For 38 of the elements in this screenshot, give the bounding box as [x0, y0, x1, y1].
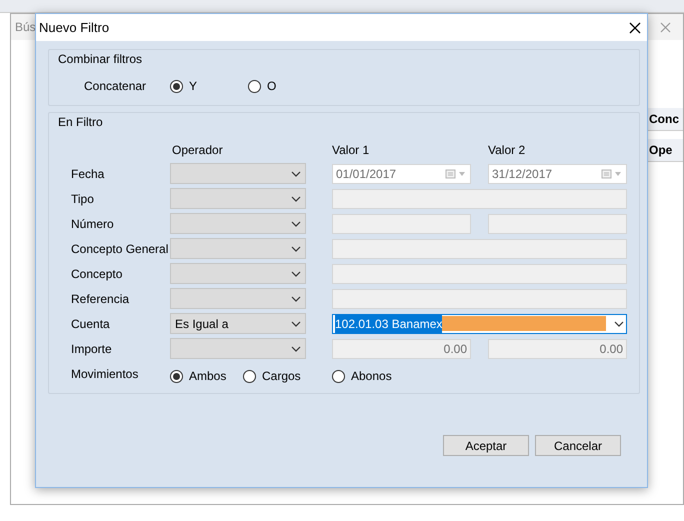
- cancel-button[interactable]: Cancelar: [535, 435, 621, 456]
- field-label: Movimientos: [71, 366, 140, 383]
- dialog-title: Nuevo Filtro: [39, 18, 110, 37]
- caret-icon: [291, 296, 301, 302]
- close-icon: [660, 22, 671, 32]
- radio-option[interactable]: Y: [170, 77, 248, 95]
- field-label: Cuenta: [71, 316, 111, 332]
- field-label: Importe: [71, 340, 113, 358]
- radio-option[interactable]: Cargos: [243, 367, 332, 385]
- field-label: Número: [71, 216, 115, 232]
- field-label: Tipo: [71, 190, 95, 208]
- caret-icon: [291, 320, 301, 326]
- field-label: Concatenar: [84, 78, 148, 95]
- caret-icon: [291, 220, 301, 226]
- field-label: Fecha: [71, 166, 106, 182]
- caret-icon: [291, 270, 301, 276]
- caret-icon: [614, 320, 624, 326]
- account-dropdown[interactable]: 102.01.03 Banamex: [332, 314, 627, 334]
- column-header: Valor 2: [488, 142, 526, 159]
- calendar-icon: [601, 168, 623, 178]
- calendar-icon: [445, 168, 467, 178]
- column-header: Conc: [647, 108, 683, 131]
- column-header: Ope: [647, 139, 683, 162]
- caret-icon: [291, 346, 301, 352]
- column-header: Operador: [171, 142, 224, 159]
- field-label: Concepto: [71, 266, 124, 282]
- field-label: Concepto General: [71, 240, 170, 258]
- column-header: Valor 1: [332, 142, 370, 159]
- field-label: Referencia: [71, 290, 130, 308]
- accept-button[interactable]: Aceptar: [443, 435, 529, 456]
- close-button[interactable]: [629, 22, 641, 34]
- caret-icon: [291, 246, 301, 252]
- radio-option[interactable]: Ambos: [170, 367, 243, 385]
- radio-option[interactable]: Abonos: [332, 367, 421, 385]
- caret-icon: [291, 196, 301, 202]
- window-title: Bús: [15, 19, 36, 36]
- caret-icon: [291, 170, 301, 176]
- radio-option[interactable]: O: [248, 77, 326, 95]
